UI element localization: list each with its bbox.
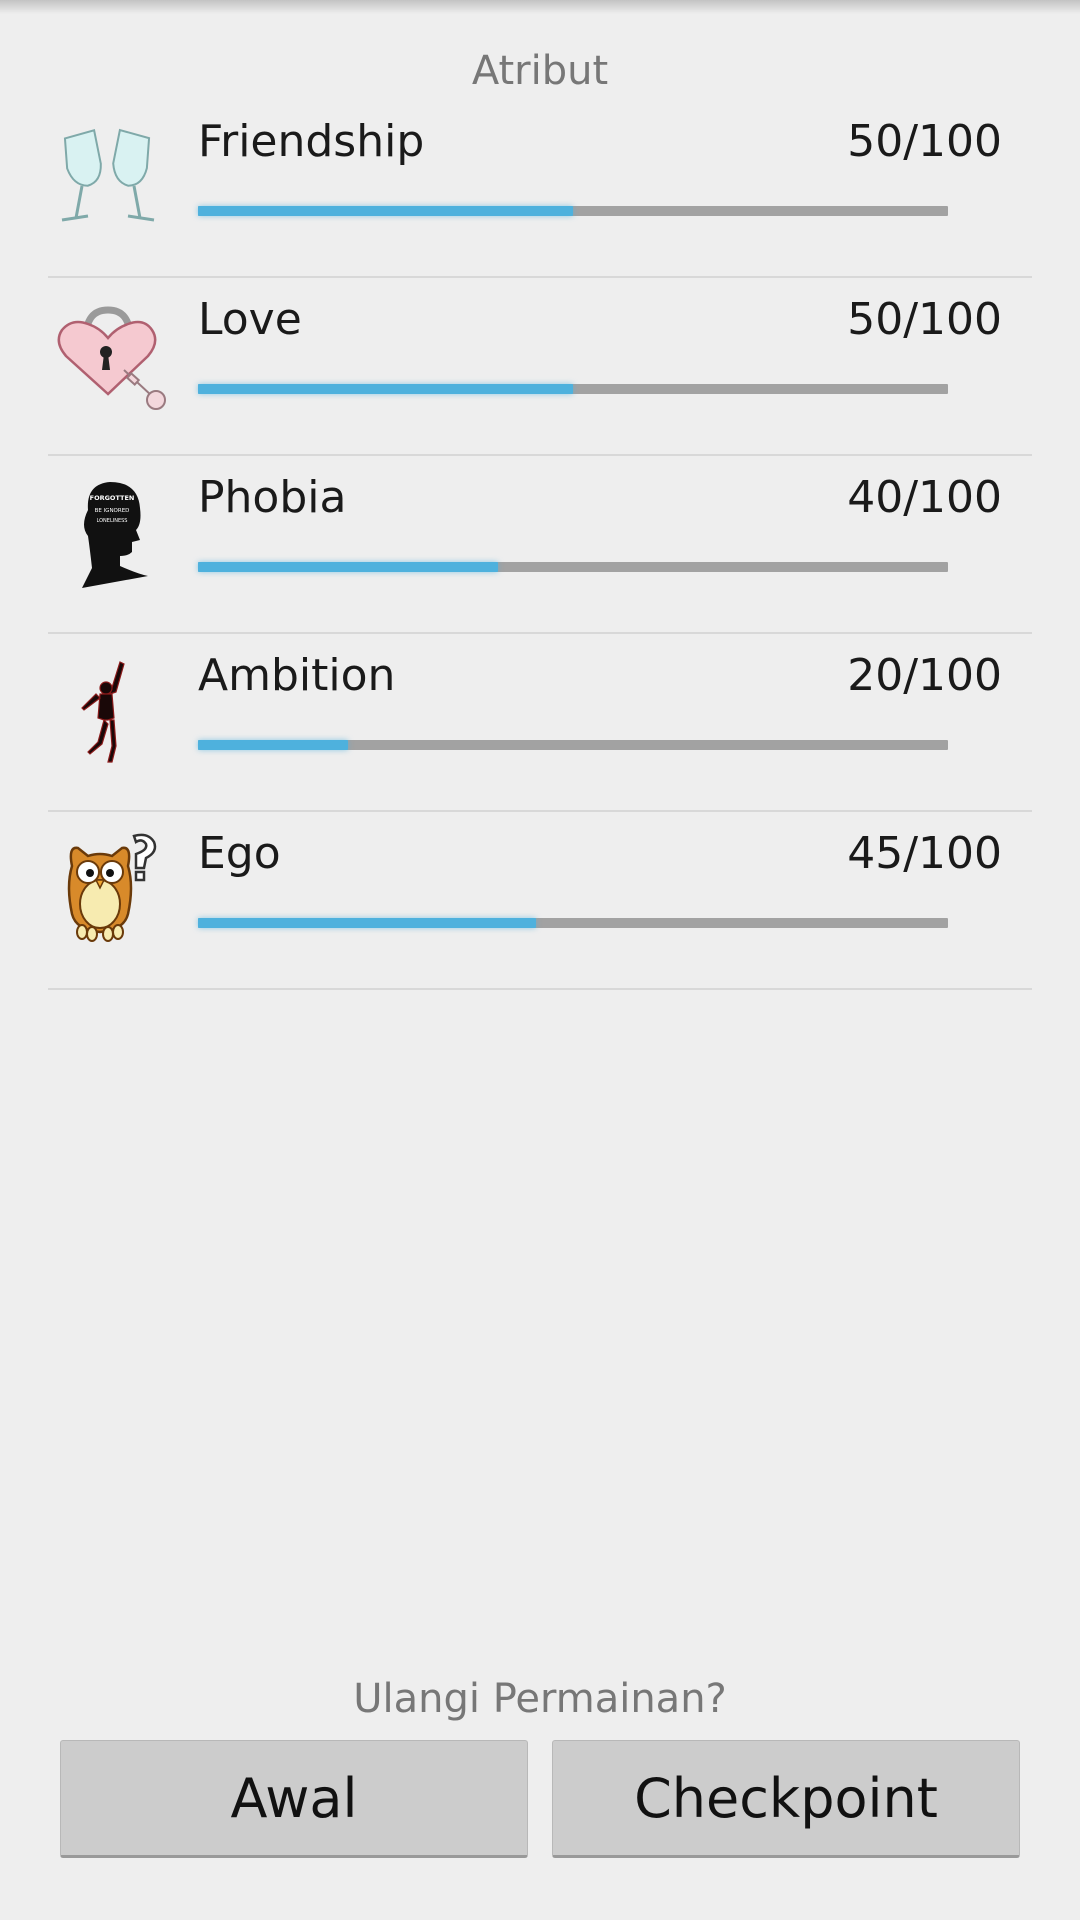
attribute-name: Phobia bbox=[198, 472, 347, 523]
attribute-value: 20/100 bbox=[847, 650, 1002, 701]
checkpoint-button[interactable]: Checkpoint bbox=[552, 1740, 1020, 1858]
head-silhouette-icon: FORGOTTEN BE IGNORED LONELINESS bbox=[48, 470, 168, 590]
top-shadow bbox=[0, 0, 1080, 14]
progress-bar bbox=[198, 562, 948, 572]
reaching-figure-icon bbox=[48, 648, 168, 768]
attribute-row-friendship: Friendship 50/100 bbox=[48, 100, 1032, 278]
phobia-icon-text-2: BE IGNORED bbox=[95, 508, 130, 514]
attribute-name: Friendship bbox=[198, 116, 425, 167]
heart-lock-icon bbox=[48, 292, 168, 412]
progress-fill bbox=[198, 918, 536, 928]
progress-fill bbox=[198, 562, 498, 572]
restart-prompt: Ulangi Permainan? bbox=[353, 1676, 727, 1722]
progress-bar bbox=[198, 918, 948, 928]
attribute-name: Ego bbox=[198, 828, 281, 879]
phobia-icon-text-3: LONELINESS bbox=[97, 518, 128, 524]
phobia-icon-text-1: FORGOTTEN bbox=[90, 494, 135, 502]
attribute-row-ambition: Ambition 20/100 bbox=[48, 634, 1032, 812]
progress-bar bbox=[198, 206, 948, 216]
attribute-list: Friendship 50/100 Love 50/100 FORGOTTEN … bbox=[48, 100, 1032, 990]
progress-bar bbox=[198, 740, 948, 750]
progress-fill bbox=[198, 384, 573, 394]
attribute-value: 40/100 bbox=[847, 472, 1002, 523]
page-title: Atribut bbox=[471, 48, 609, 94]
attribute-value: 50/100 bbox=[847, 294, 1002, 345]
progress-fill bbox=[198, 206, 573, 216]
toasting-glasses-icon bbox=[48, 114, 168, 234]
progress-fill bbox=[198, 740, 348, 750]
owl-question-icon bbox=[48, 826, 168, 946]
attribute-row-phobia: FORGOTTEN BE IGNORED LONELINESS Phobia 4… bbox=[48, 456, 1032, 634]
attribute-value: 45/100 bbox=[847, 828, 1002, 879]
attribute-name: Ambition bbox=[198, 650, 396, 701]
awal-button[interactable]: Awal bbox=[60, 1740, 528, 1858]
attribute-name: Love bbox=[198, 294, 302, 345]
screen: Atribut Friendship 50/100 Love 50/100 FO… bbox=[0, 0, 1080, 1920]
progress-bar bbox=[198, 384, 948, 394]
attribute-row-ego: Ego 45/100 bbox=[48, 812, 1032, 990]
attribute-row-love: Love 50/100 bbox=[48, 278, 1032, 456]
attribute-value: 50/100 bbox=[847, 116, 1002, 167]
